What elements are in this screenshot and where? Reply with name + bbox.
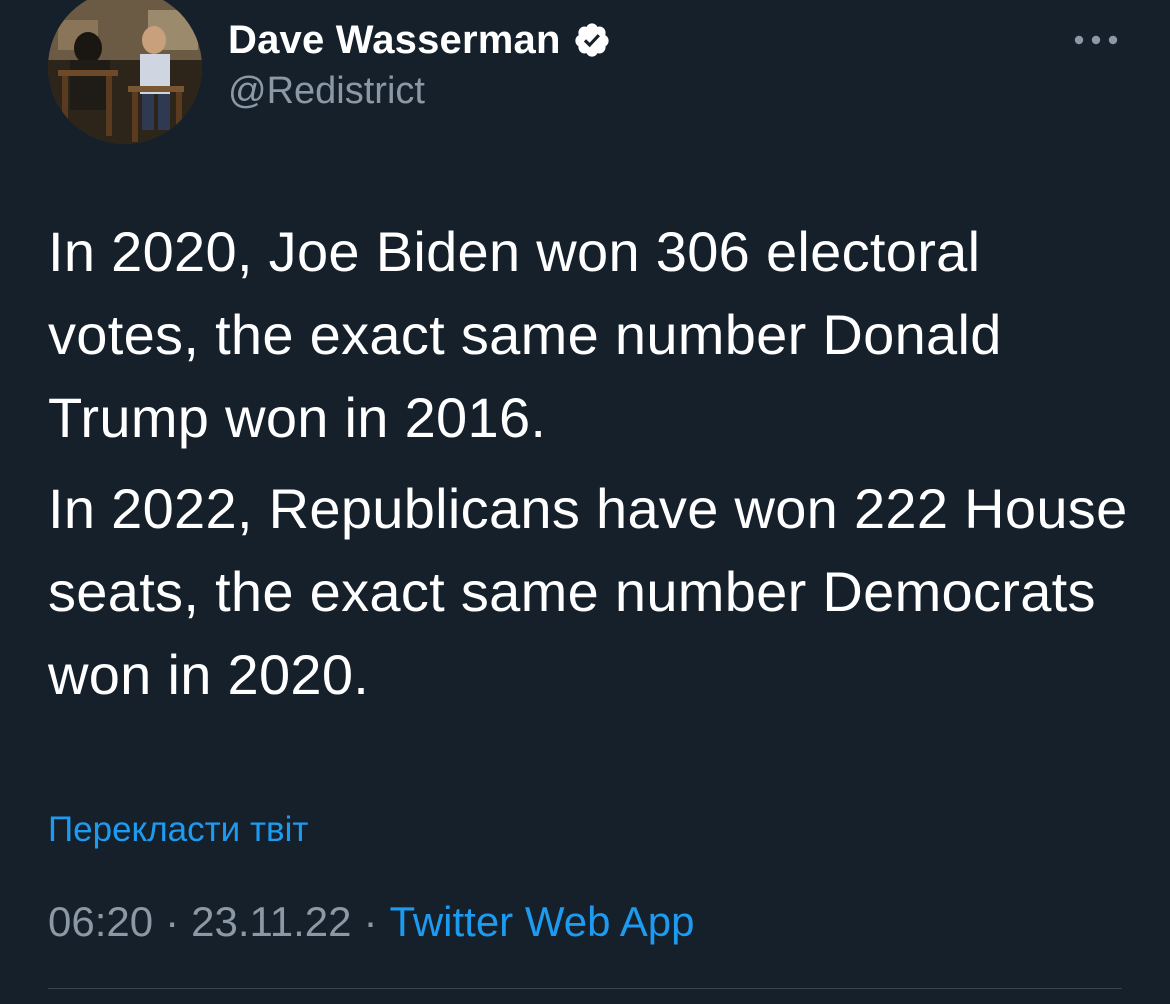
tweet-paragraph: In 2022, Republicans have won 222 House …	[48, 477, 1128, 706]
translate-tweet-link[interactable]: Перекласти твіт	[48, 810, 308, 850]
avatar[interactable]	[48, 0, 202, 144]
author-display-name[interactable]: Dave Wasserman	[228, 18, 561, 63]
divider	[48, 988, 1122, 989]
tweet-source-link[interactable]: Twitter Web App	[389, 898, 694, 946]
more-horizontal-icon	[1074, 35, 1118, 45]
meta-separator: ·	[363, 898, 378, 945]
tweet-paragraph: In 2020, Joe Biden won 306 electoral vot…	[48, 220, 1002, 449]
avatar-photo	[48, 0, 202, 144]
tweet-meta: 06:20 · 23.11.22 · Twitter Web App	[48, 898, 695, 946]
tweet-time[interactable]: 06:20	[48, 898, 153, 946]
more-options-button[interactable]	[1068, 24, 1124, 56]
verified-badge-icon	[573, 21, 611, 59]
tweet-text: In 2020, Joe Biden won 306 electoral vot…	[48, 210, 1128, 716]
author-name-row[interactable]: Dave Wasserman	[228, 14, 611, 66]
tweet-date[interactable]: 23.11.22	[191, 898, 351, 946]
meta-separator: ·	[165, 898, 180, 945]
author-handle[interactable]: @Redistrict	[228, 70, 425, 113]
tweet-detail: Dave Wasserman @Redistrict In 2020, Joe …	[0, 0, 1170, 1004]
